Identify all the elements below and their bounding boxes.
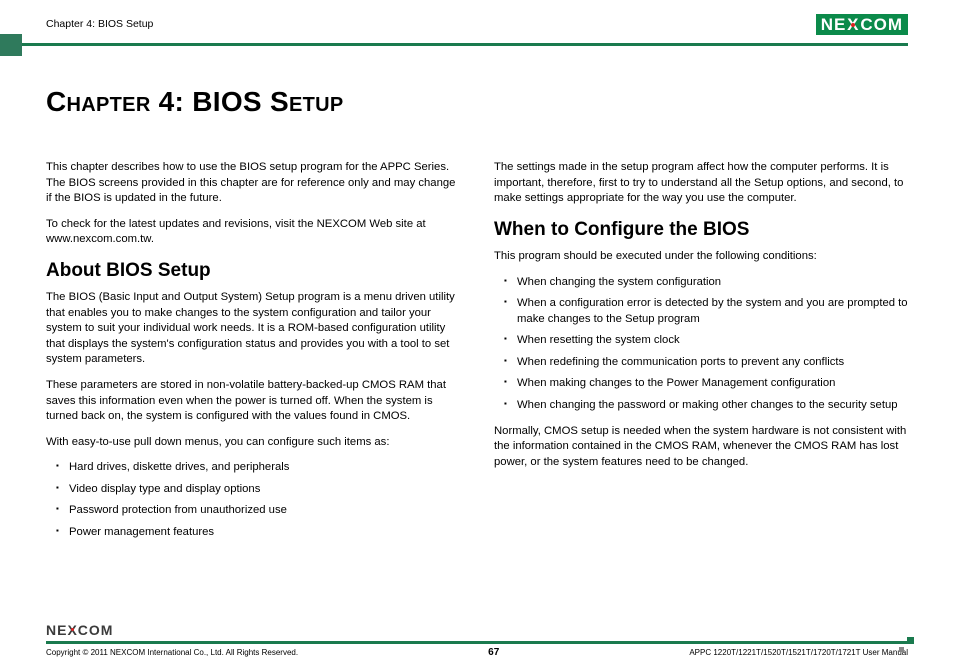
footer-rule: [46, 641, 908, 644]
list-item: When resetting the system clock: [508, 333, 908, 349]
copyright-text: Copyright © 2011 NEXCOM International Co…: [46, 648, 298, 657]
nexcom-logo-footer: NEXCOM: [46, 622, 908, 640]
left-column: This chapter describes how to use the BI…: [46, 160, 460, 551]
manual-title: APPC 1220T/1221T/1520T/1521T/1720T/1721T…: [689, 648, 908, 657]
about-list: Hard drives, diskette drives, and periph…: [46, 460, 460, 540]
list-item: Video display type and display options: [60, 482, 460, 498]
list-item: When changing the password or making oth…: [508, 398, 908, 414]
header-chapter-label: Chapter 4: BIOS Setup: [46, 18, 153, 30]
heading-when-configure: When to Configure the BIOS: [494, 217, 908, 243]
logo-text-left: NE: [821, 16, 847, 33]
list-item: When making changes to the Power Managem…: [508, 376, 908, 392]
nexcom-logo-top: NEXCOM: [816, 14, 908, 35]
when-list: When changing the system configuration W…: [494, 275, 908, 414]
intro-paragraph-1: This chapter describes how to use the BI…: [46, 160, 460, 207]
about-paragraph-3: With easy-to-use pull down menus, you ca…: [46, 435, 460, 451]
right-intro-paragraph: The settings made in the setup program a…: [494, 160, 908, 207]
list-item: When redefining the communication ports …: [508, 355, 908, 371]
when-lead-paragraph: This program should be executed under th…: [494, 249, 908, 265]
logo-text-right: COM: [860, 16, 903, 33]
list-item: When changing the system configuration: [508, 275, 908, 291]
about-paragraph-2: These parameters are stored in non-volat…: [46, 378, 460, 425]
header-tab-decoration: [0, 34, 22, 56]
page-number: 67: [488, 647, 499, 658]
when-end-paragraph: Normally, CMOS setup is needed when the …: [494, 424, 908, 471]
list-item: Hard drives, diskette drives, and periph…: [60, 460, 460, 476]
right-column: The settings made in the setup program a…: [494, 160, 908, 551]
about-paragraph-1: The BIOS (Basic Input and Output System)…: [46, 290, 460, 368]
list-item: When a configuration error is detected b…: [508, 296, 908, 327]
list-item: Power management features: [60, 525, 460, 541]
header-rule: [22, 43, 908, 46]
intro-paragraph-2: To check for the latest updates and revi…: [46, 217, 460, 248]
chapter-title: Chapter 4: BIOS Setup: [46, 86, 908, 118]
list-item: Password protection from unauthorized us…: [60, 503, 460, 519]
heading-about-bios: About BIOS Setup: [46, 258, 460, 284]
